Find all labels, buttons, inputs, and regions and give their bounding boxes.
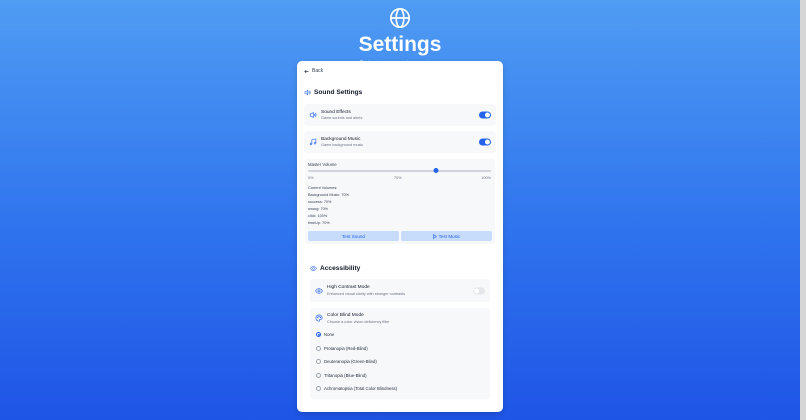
volume-item: wrong: 70% <box>308 207 329 211</box>
radio-button[interactable] <box>316 359 321 364</box>
sound-effects-title: Sound Effects <box>321 109 351 115</box>
sound-effects-toggle[interactable] <box>479 111 491 119</box>
page-title: Settings <box>358 33 442 56</box>
volume-item: success: 70% <box>308 200 332 204</box>
high-contrast-title: High Contrast Mode <box>327 285 370 291</box>
eye-icon <box>310 266 317 271</box>
high-contrast-row: High Contrast Mode Enhanced visual clari… <box>310 279 490 302</box>
sound-effects-row: Sound Effects Game sounds and alerts <box>304 104 496 126</box>
color-blind-option-achromatopsia[interactable]: Achromatopsia (Total Color Blindness) <box>316 386 397 391</box>
background-music-title: Background Music <box>321 136 361 142</box>
radio-button[interactable] <box>316 386 321 391</box>
color-blind-panel: Color Blind Mode Choose a color vision d… <box>310 308 490 399</box>
sound-effects-desc: Game sounds and alerts <box>321 116 363 121</box>
background-music-desc: Game background music <box>321 143 364 148</box>
music-note-icon <box>309 138 317 146</box>
volume-item: click: 100% <box>308 214 328 218</box>
back-label: Back <box>312 68 324 74</box>
current-volumes-title: Current Volumes: <box>308 186 338 190</box>
radio-button[interactable] <box>316 332 321 337</box>
master-volume-label: Master Volume <box>308 162 337 167</box>
color-blind-title: Color Blind Mode <box>327 313 364 318</box>
color-blind-option-protanopia[interactable]: Protanopia (Red-Blind) <box>316 345 368 351</box>
test-music-label: Test Music <box>438 233 461 239</box>
high-contrast-toggle[interactable] <box>473 287 485 294</box>
radio-button[interactable] <box>316 345 321 351</box>
option-label: Tritanopia (Blue-Blind) <box>324 372 367 378</box>
background-music-row: Background Music Game background music <box>304 131 496 153</box>
test-music-button[interactable]: Test Music <box>401 231 492 241</box>
tick-min: 0% <box>308 176 314 180</box>
test-sound-button[interactable]: Test Sound <box>308 231 399 241</box>
globe-icon <box>390 8 410 28</box>
master-volume-slider[interactable] <box>308 168 491 174</box>
sound-settings-heading: Sound Settings <box>304 89 362 96</box>
speaker-icon <box>309 111 317 119</box>
tick-mid: 70% <box>394 176 402 180</box>
color-blind-header: Color Blind Mode Choose a color vision d… <box>315 313 389 324</box>
color-blind-desc: Choose a color vision deficiency filter <box>327 319 390 324</box>
palette-icon <box>315 314 323 322</box>
color-blind-option-none[interactable]: None <box>316 332 334 337</box>
volume-item: Background Music: 70% <box>308 193 349 197</box>
test-sound-label: Test Sound <box>342 233 365 239</box>
color-blind-option-tritanopia[interactable]: Tritanopia (Blue-Blind) <box>316 372 367 378</box>
sound-settings-title: Sound Settings <box>314 89 363 96</box>
play-icon <box>432 233 437 239</box>
tick-max: 100% <box>481 176 491 180</box>
eye-icon <box>315 287 323 294</box>
arrow-left-icon <box>304 69 309 73</box>
option-label: Deuteranopia (Green-Blind) <box>324 359 377 364</box>
background-music-toggle[interactable] <box>479 138 491 146</box>
option-label: Protanopia (Red-Blind) <box>324 345 368 351</box>
option-label: None <box>324 332 335 337</box>
speaker-icon <box>304 89 311 96</box>
window-scrollbar[interactable] <box>800 0 806 420</box>
radio-button[interactable] <box>316 372 321 378</box>
current-volumes: Current Volumes: Background Music: 70% s… <box>308 185 349 227</box>
accessibility-title: Accessibility <box>320 265 361 272</box>
master-volume-thumb[interactable] <box>433 168 439 174</box>
master-volume-panel: Master Volume 0% 70% 100% Current Volume… <box>305 159 495 244</box>
high-contrast-desc: Enhanced visual clarity with stronger co… <box>327 291 406 296</box>
page-header: Settings Customize your gaming experienc… <box>0 7 800 66</box>
settings-card: Back Sound Settings Sound Effects Game s… <box>297 61 503 412</box>
back-button[interactable]: Back <box>304 68 323 74</box>
color-blind-option-deuteranopia[interactable]: Deuteranopia (Green-Blind) <box>316 359 377 364</box>
volume-item: timeUp: 70% <box>308 221 330 225</box>
accessibility-heading: Accessibility <box>310 265 360 272</box>
option-label: Achromatopsia (Total Color Blindness) <box>324 386 398 391</box>
